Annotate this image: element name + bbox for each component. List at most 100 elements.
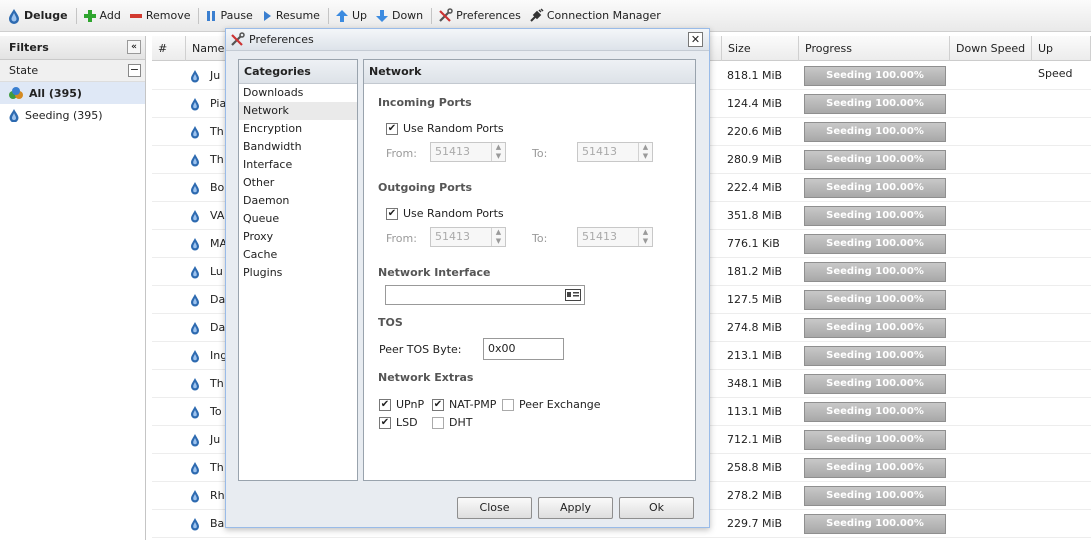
torrent-name: Ju xyxy=(210,433,221,446)
spinner-arrows-icon[interactable]: ▲ ▼ xyxy=(491,143,505,161)
network-panel: Network Incoming Ports ✔ Use Random Port… xyxy=(363,59,696,481)
natpmp-checkbox[interactable]: ✔ NAT-PMP xyxy=(432,398,496,411)
peer-exchange-checkbox[interactable]: Peer Exchange xyxy=(502,398,601,411)
progress-bar: Seeding 100.00% xyxy=(804,346,946,366)
peer-tos-input[interactable]: 0x00 xyxy=(483,338,564,360)
lsd-label: LSD xyxy=(396,416,418,429)
category-encryption[interactable]: Encryption xyxy=(239,120,357,138)
torrent-name: Bo xyxy=(210,181,225,194)
dialog-title: Preferences xyxy=(249,33,314,46)
resume-button[interactable]: Resume xyxy=(258,5,323,27)
outgoing-from-spinner[interactable]: 51413 ▲ ▼ xyxy=(430,227,506,247)
category-network[interactable]: Network xyxy=(239,102,357,120)
all-states-icon xyxy=(9,87,23,99)
progress-bar: Seeding 100.00% xyxy=(804,122,946,142)
spinner-arrows-icon[interactable]: ▲ ▼ xyxy=(638,228,652,246)
upnp-checkbox[interactable]: ✔ UPnP xyxy=(379,398,424,411)
remove-button[interactable]: Remove xyxy=(126,5,194,27)
arrow-up-icon xyxy=(335,9,348,22)
preferences-label: Preferences xyxy=(456,9,521,22)
queue-down-button[interactable]: Down xyxy=(372,5,426,27)
down-label: Down xyxy=(391,9,424,22)
peer-tos-value: 0x00 xyxy=(488,342,516,355)
torrent-name: Rh xyxy=(210,489,225,502)
column-header-size[interactable]: Size xyxy=(722,36,799,61)
torrent-size: 181.2 MiB xyxy=(727,265,783,278)
play-icon xyxy=(263,10,271,21)
apply-button[interactable]: Apply xyxy=(538,497,613,519)
checkbox-unchecked-icon xyxy=(432,416,444,429)
column-header-progress[interactable]: Progress xyxy=(799,36,950,61)
outgoing-to-label: To: xyxy=(532,232,548,245)
outgoing-to-value: 51413 xyxy=(582,230,617,243)
category-plugins[interactable]: Plugins xyxy=(239,264,357,282)
category-queue[interactable]: Queue xyxy=(239,210,357,228)
progress-bar: Seeding 100.00% xyxy=(804,178,946,198)
filter-item-all[interactable]: All (395) xyxy=(0,82,145,104)
torrent-size: 351.8 MiB xyxy=(727,209,783,222)
dialog-titlebar[interactable]: Preferences ✕ xyxy=(226,29,709,51)
category-interface[interactable]: Interface xyxy=(239,156,357,174)
up-label: Up xyxy=(351,9,367,22)
filter-item-seeding[interactable]: Seeding (395) xyxy=(0,104,145,126)
collapse-panel-icon[interactable]: « xyxy=(127,40,141,54)
seeding-icon xyxy=(190,489,200,506)
column-header-down-speed[interactable]: Down Speed xyxy=(950,36,1032,61)
category-downloads[interactable]: Downloads xyxy=(239,84,357,102)
seeding-icon xyxy=(190,377,200,394)
category-daemon[interactable]: Daemon xyxy=(239,192,357,210)
filters-title: Filters xyxy=(9,41,49,54)
peer-exchange-label: Peer Exchange xyxy=(519,398,601,411)
category-bandwidth[interactable]: Bandwidth xyxy=(239,138,357,156)
seeding-icon xyxy=(190,125,200,142)
preferences-button[interactable]: Preferences xyxy=(435,5,524,27)
torrent-name: VA xyxy=(210,209,225,222)
network-interface-input[interactable] xyxy=(385,285,585,305)
category-cache[interactable]: Cache xyxy=(239,246,357,264)
torrent-size: 348.1 MiB xyxy=(727,377,783,390)
progress-bar: Seeding 100.00% xyxy=(804,318,946,338)
outgoing-random-ports-checkbox[interactable]: ✔ Use Random Ports xyxy=(386,207,504,220)
close-button[interactable]: Close xyxy=(457,497,532,519)
incoming-to-spinner[interactable]: 51413 ▲ ▼ xyxy=(577,142,653,162)
network-interface-title: Network Interface xyxy=(378,266,491,279)
tos-title: TOS xyxy=(378,316,403,329)
arrow-down-icon xyxy=(375,9,388,22)
column-header-up-speed[interactable]: Up Speed xyxy=(1032,36,1091,80)
collapse-section-icon[interactable]: − xyxy=(128,64,141,77)
lsd-checkbox[interactable]: ✔ LSD xyxy=(379,416,418,429)
progress-bar: Seeding 100.00% xyxy=(804,66,946,86)
spinner-arrows-icon[interactable]: ▲ ▼ xyxy=(638,143,652,161)
tools-icon xyxy=(231,32,245,46)
id-card-icon xyxy=(565,289,581,301)
seeding-icon xyxy=(190,517,200,534)
progress-bar: Seeding 100.00% xyxy=(804,290,946,310)
column-header-number[interactable]: # xyxy=(152,36,186,61)
progress-bar: Seeding 100.00% xyxy=(804,234,946,254)
seeding-icon xyxy=(190,97,200,114)
incoming-from-spinner[interactable]: 51413 ▲ ▼ xyxy=(430,142,506,162)
seeding-icon xyxy=(190,237,200,254)
seeding-icon xyxy=(190,405,200,422)
state-section-header: State − xyxy=(0,60,145,82)
close-icon[interactable]: ✕ xyxy=(688,32,703,47)
seeding-icon xyxy=(190,461,200,478)
seeding-icon xyxy=(190,293,200,310)
queue-up-button[interactable]: Up xyxy=(332,5,370,27)
incoming-random-ports-checkbox[interactable]: ✔ Use Random Ports xyxy=(386,122,504,135)
category-proxy[interactable]: Proxy xyxy=(239,228,357,246)
ok-button[interactable]: Ok xyxy=(619,497,694,519)
connection-manager-button[interactable]: Connection Manager xyxy=(526,5,664,27)
category-other[interactable]: Other xyxy=(239,174,357,192)
dht-checkbox[interactable]: DHT xyxy=(432,416,472,429)
outgoing-to-spinner[interactable]: 51413 ▲ ▼ xyxy=(577,227,653,247)
pause-button[interactable]: Pause xyxy=(202,5,255,27)
add-button[interactable]: Add xyxy=(80,5,124,27)
seeding-icon xyxy=(190,153,200,170)
torrent-name: Ba xyxy=(210,517,225,530)
progress-bar: Seeding 100.00% xyxy=(804,514,946,534)
deluge-logo-icon xyxy=(9,8,19,24)
spinner-arrows-icon[interactable]: ▲ ▼ xyxy=(491,228,505,246)
dht-label: DHT xyxy=(449,416,473,429)
incoming-ports-title: Incoming Ports xyxy=(378,96,472,109)
